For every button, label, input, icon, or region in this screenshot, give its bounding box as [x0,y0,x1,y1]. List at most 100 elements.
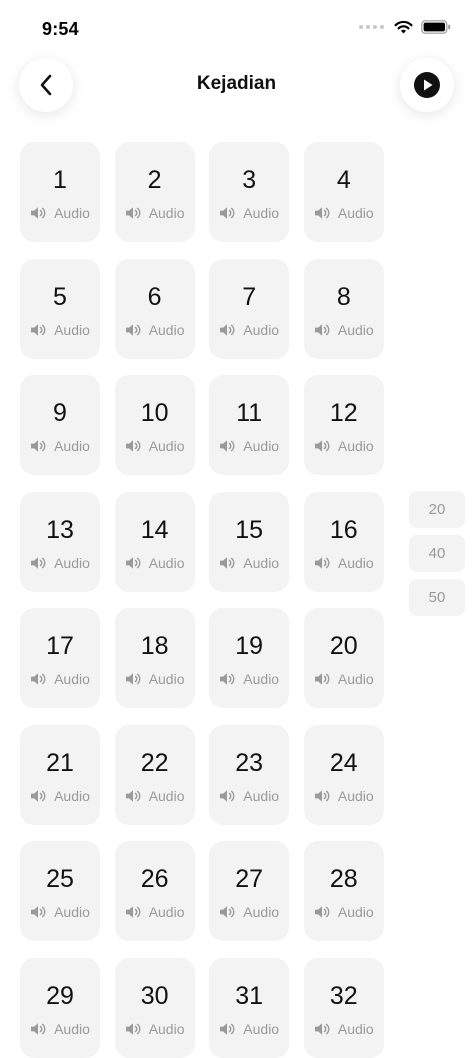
status-bar: 9:54 [0,0,473,54]
verse-audio-label: Audio [148,787,185,804]
speaker-icon [314,207,330,219]
verse-audio-label: Audio [54,904,90,920]
verse-number: 9 [53,399,67,427]
verse-tile-1[interactable]: 1 Audio [20,142,100,242]
verse-tile-31[interactable]: 31 Audio [209,957,290,1058]
verse-audio: Audio [304,322,384,338]
verse-tile-7[interactable]: 7 Audio [209,258,290,359]
verse-audio: Audio [209,788,289,804]
verse-number: 18 [140,632,169,660]
speaker-icon [314,323,330,336]
verse-tile-20[interactable]: 20 Audio [303,608,384,708]
jump-to-verse-20[interactable]: 20 [409,491,465,528]
verse-audio: Audio [304,205,384,221]
verse-audio: Audio [304,555,384,571]
verse-audio-label: Audio [243,321,280,338]
verse-tile-11[interactable]: 11 Audio [209,375,290,475]
verse-tile-4[interactable]: 4 Audio [303,142,384,242]
verse-number: 26 [140,865,169,893]
verse-audio-label: Audio [337,205,374,221]
wifi-icon [394,20,413,34]
verse-tile-30[interactable]: 30 Audio [114,957,195,1058]
speaker-icon [220,556,235,569]
verse-audio: Audio [209,322,289,338]
jump-to-verse-40[interactable]: 40 [409,535,465,572]
verse-audio: Audio [209,205,289,221]
speaker-icon [125,906,141,918]
verse-audio: Audio [115,904,195,920]
verse-audio: Audio [304,904,384,920]
verse-tile-29[interactable]: 29 Audio [20,957,100,1058]
verse-audio-label: Audio [243,671,280,687]
verse-jump-index: 20 40 50 [409,491,465,616]
speaker-icon [220,323,235,336]
verse-tile-8[interactable]: 8 Audio [303,258,384,359]
verse-tile-19[interactable]: 19 Audio [209,608,290,708]
speaker-icon [125,440,141,452]
verse-tile-22[interactable]: 22 Audio [114,724,195,825]
verse-tile-10[interactable]: 10 Audio [114,375,195,475]
verse-audio: Audio [20,555,100,571]
verse-audio-label: Audio [148,671,185,687]
verse-audio: Audio [115,788,195,804]
verse-audio: Audio [20,671,100,687]
verse-tile-24[interactable]: 24 Audio [303,724,384,825]
verse-tile-13[interactable]: 13 Audio [20,491,100,592]
speaker-icon [314,673,330,685]
verse-tile-32[interactable]: 32 Audio [303,957,384,1058]
verse-audio-label: Audio [243,1020,280,1037]
verse-audio-label: Audio [243,554,280,571]
verse-number: 29 [46,981,74,1010]
verse-audio-label: Audio [148,554,185,571]
speaker-icon [31,906,46,918]
verse-tile-6[interactable]: 6 Audio [114,258,195,359]
verse-tile-14[interactable]: 14 Audio [114,491,195,592]
verse-audio: Audio [209,555,289,571]
verse-audio: Audio [115,671,195,687]
verse-audio: Audio [20,438,100,454]
speaker-icon [125,207,141,219]
verse-tile-17[interactable]: 17 Audio [20,608,100,708]
verse-audio: Audio [209,904,289,920]
speaker-icon [314,440,330,452]
verse-tile-3[interactable]: 3 Audio [209,142,290,242]
verse-tile-9[interactable]: 9 Audio [20,375,100,475]
verse-number: 21 [46,748,74,777]
verse-tile-23[interactable]: 23 Audio [209,724,290,825]
verse-tile-16[interactable]: 16 Audio [303,491,384,592]
verse-tile-12[interactable]: 12 Audio [303,375,384,475]
verse-tile-28[interactable]: 28 Audio [303,841,384,941]
verse-audio: Audio [209,438,289,454]
verse-audio-label: Audio [243,438,280,454]
verse-number: 30 [140,981,169,1010]
verse-tile-26[interactable]: 26 Audio [114,841,195,941]
verse-number: 12 [329,399,358,427]
verse-audio-label: Audio [148,205,185,221]
play-all-button[interactable] [400,58,454,112]
verse-tile-27[interactable]: 27 Audio [209,841,290,941]
verse-tile-15[interactable]: 15 Audio [209,491,290,592]
verse-tile-25[interactable]: 25 Audio [20,841,100,941]
verse-audio: Audio [304,788,384,804]
verse-audio-label: Audio [337,787,374,804]
verse-tile-5[interactable]: 5 Audio [20,258,100,359]
verse-number: 11 [236,399,263,427]
verse-number: 15 [235,515,264,544]
verse-audio: Audio [115,438,195,454]
verse-audio: Audio [304,671,384,687]
signal-dots-icon [359,25,384,29]
verse-tile-18[interactable]: 18 Audio [114,608,195,708]
verse-audio: Audio [20,788,100,804]
speaker-icon [220,673,235,685]
verse-tile-21[interactable]: 21 Audio [20,724,100,825]
speaker-icon [125,789,141,802]
speaker-icon [31,323,46,336]
verse-audio-label: Audio [337,321,374,338]
verse-audio-label: Audio [243,904,280,920]
verse-audio: Audio [304,1021,384,1037]
jump-to-verse-50[interactable]: 50 [409,579,465,616]
speaker-icon [31,440,46,452]
verse-tile-2[interactable]: 2 Audio [114,142,195,242]
verse-audio-label: Audio [54,205,90,221]
verse-number: 2 [147,166,162,194]
